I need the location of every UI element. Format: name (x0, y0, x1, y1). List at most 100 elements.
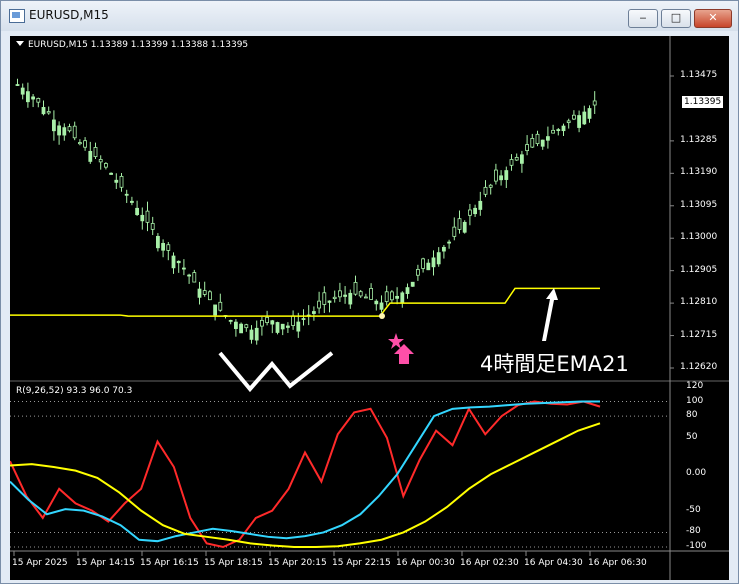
time-tick-label: 15 Apr 16:15 (140, 558, 199, 568)
candle-body (98, 159, 103, 163)
candle-body (275, 322, 280, 333)
mt4-chart-window: EURUSD,M15 ‒ □ ✕ EURUSD,M15 1.13389 1.13… (0, 0, 739, 584)
candle-body (332, 296, 337, 299)
candle-body (187, 274, 192, 277)
candle-body (546, 136, 550, 141)
candle-body (337, 290, 342, 298)
candle-body (374, 300, 379, 305)
candle-body (582, 111, 587, 125)
candle-body (457, 218, 462, 230)
candle-body (296, 321, 301, 332)
candle-body (556, 129, 561, 131)
candle-body (426, 262, 431, 271)
candle-body (135, 207, 139, 216)
candle-body (78, 142, 82, 145)
time-tick-label: 15 Apr 14:15 (76, 558, 135, 568)
candle-body (566, 120, 571, 123)
candle-body (561, 125, 566, 132)
candle-body (348, 292, 353, 305)
ema-line (10, 287, 600, 317)
rsi-lines (10, 400, 601, 549)
maximize-button[interactable]: □ (661, 9, 691, 28)
ema-touch-dot (379, 313, 385, 319)
price-tick-label: 1.13190 (680, 167, 718, 178)
candle-body (452, 226, 457, 237)
price-tick-label: 1.12905 (680, 264, 718, 275)
candle-body (499, 175, 504, 181)
indicator-level-label: 0.00 (686, 468, 707, 479)
indicator-level-label: 80 (686, 410, 698, 421)
candle-body (72, 125, 77, 139)
candle-body (447, 241, 452, 244)
candle-body (233, 321, 238, 329)
candle-body (207, 291, 212, 301)
chart-canvas[interactable] (10, 36, 729, 580)
indicator-header: R(9,26,52) 93.3 96.0 70.3 (16, 386, 133, 396)
candle-body (192, 272, 197, 283)
candle-body (166, 244, 171, 251)
ema-21-line (10, 287, 600, 317)
w-pattern-mark (218, 351, 334, 393)
candle-body (473, 207, 478, 215)
candle-body (31, 96, 36, 100)
candle-body (525, 144, 529, 152)
candle-body (436, 252, 441, 265)
candle-body (36, 98, 41, 103)
candle-body (93, 147, 98, 158)
minimize-button[interactable]: ‒ (628, 9, 658, 28)
candle-body (431, 257, 436, 268)
chart-header-text: EURUSD,M15 1.13389 1.13399 1.13388 1.133… (28, 40, 249, 50)
candle-body (52, 119, 56, 132)
candle-body (540, 139, 545, 147)
candle-body (249, 329, 254, 340)
title-bar[interactable]: EURUSD,M15 ‒ □ ✕ (1, 1, 738, 31)
candle-body (483, 186, 488, 195)
time-tick-label: 15 Apr 22:15 (332, 558, 391, 568)
candle-body (493, 169, 498, 182)
candle-body (421, 258, 426, 269)
chart-header: EURUSD,M15 1.13389 1.13399 1.13388 1.133… (16, 40, 248, 50)
candle-body (259, 319, 264, 327)
annotation-arrow (542, 288, 558, 341)
candle-body (176, 260, 181, 264)
time-tick-label: 15 Apr 2025 (12, 558, 68, 568)
candle-body (254, 327, 259, 341)
dropdown-triangle-icon[interactable] (16, 41, 24, 46)
candle-body (395, 295, 400, 299)
chart-window-icon (9, 9, 25, 23)
chart-grid (10, 36, 729, 580)
candle-body (213, 304, 218, 316)
price-tick-label: 1.13000 (680, 232, 718, 243)
candle-body (551, 129, 555, 134)
price-tick-label: 1.12810 (680, 297, 718, 308)
chart-area[interactable]: EURUSD,M15 1.13389 1.13399 1.13388 1.133… (10, 36, 729, 580)
candle-body (384, 291, 389, 302)
candle-body (20, 87, 25, 95)
candle-body (467, 209, 472, 216)
candle-body (109, 172, 113, 175)
candle-body (41, 107, 46, 115)
candle-body (363, 296, 368, 299)
candle-body (155, 235, 160, 249)
price-tick-label: 1.12620 (680, 362, 718, 372)
indicator-level-label: -100 (686, 541, 707, 551)
candle-body (150, 223, 155, 230)
candle-body (197, 288, 202, 298)
candle-body (202, 290, 207, 295)
candle-body (244, 324, 249, 329)
buy-arrow-icon (394, 344, 414, 364)
candle-body (130, 200, 134, 203)
candle-body (530, 138, 535, 148)
price-tick-label: 1.13475 (680, 70, 718, 80)
time-tick-label: 16 Apr 06:30 (588, 558, 647, 568)
candle-body (301, 318, 306, 320)
candle-body (145, 210, 150, 223)
close-button[interactable]: ✕ (694, 9, 732, 28)
candle-body (114, 179, 119, 183)
candle-body (504, 170, 509, 180)
candle-body (462, 221, 467, 233)
candle-body (343, 294, 348, 297)
candle-body (353, 282, 358, 295)
price-tick-label: 1.13095 (680, 199, 718, 210)
indicator-level-label: -50 (686, 504, 701, 515)
